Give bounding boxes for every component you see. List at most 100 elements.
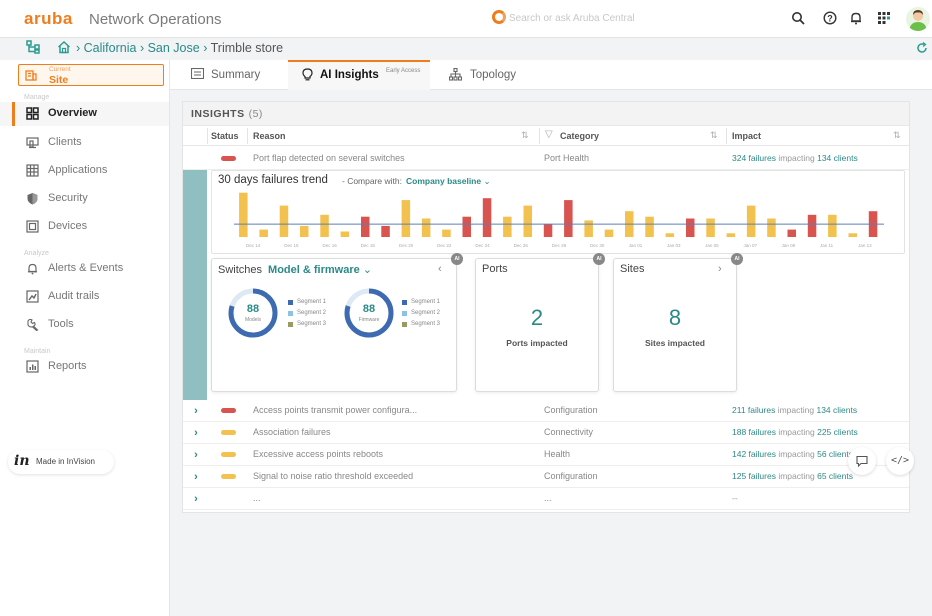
chevron-right-icon[interactable]: ›	[189, 492, 203, 506]
chevron-down-icon[interactable]: ⌄	[483, 176, 490, 186]
trend-bar[interactable]	[787, 229, 797, 237]
trend-bar[interactable]	[279, 205, 289, 237]
impact-clients[interactable]: 134 clients	[817, 153, 858, 163]
sidebar-item-overview[interactable]: Overview	[0, 102, 169, 126]
search-icon[interactable]	[790, 11, 806, 27]
table-row[interactable]: › Excessive access points reboots Health…	[183, 444, 909, 466]
trend-bar[interactable]	[848, 233, 858, 237]
sort-icon[interactable]: ⇅	[521, 130, 529, 141]
trend-bar[interactable]	[401, 200, 411, 237]
table-row[interactable]: › ... ... --	[183, 488, 909, 510]
row-impact[interactable]: 125 failures impacting 65 clients	[732, 471, 853, 481]
trend-bar[interactable]	[503, 216, 512, 237]
chevron-down-icon[interactable]: ⌄	[189, 152, 203, 166]
brand-logo[interactable]: aruba	[24, 9, 73, 29]
comment-icon[interactable]	[848, 447, 876, 475]
chevron-right-icon[interactable]: ›	[189, 426, 203, 440]
sidebar-item-alerts-events[interactable]: Alerts & Events	[0, 257, 169, 281]
row-impact[interactable]: 142 failures impacting 56 clients	[732, 449, 853, 459]
impact-clients[interactable]: 225 clients	[817, 427, 858, 437]
code-icon[interactable]: </>	[886, 447, 914, 475]
impact-clients[interactable]: 134 clients	[816, 405, 857, 415]
column-status[interactable]: Status	[211, 131, 239, 141]
trend-bar[interactable]	[665, 233, 675, 237]
trend-bar[interactable]	[726, 233, 736, 237]
sidebar-item-reports[interactable]: Reports	[0, 355, 169, 379]
trend-bar[interactable]	[828, 214, 837, 237]
trend-bar[interactable]	[746, 205, 756, 237]
help-icon[interactable]: ?	[822, 11, 838, 27]
trend-bar[interactable]	[564, 200, 573, 237]
chevron-down-icon[interactable]: ⌄	[363, 264, 372, 276]
impact-clients[interactable]: 65 clients	[817, 471, 853, 481]
table-row[interactable]: › Access points transmit power configura…	[183, 400, 909, 422]
search-input[interactable]	[509, 9, 729, 27]
trend-bar[interactable]	[340, 231, 350, 238]
hierarchy-icon[interactable]	[26, 40, 41, 55]
table-row[interactable]: › Association failures Connectivity 188 …	[183, 422, 909, 444]
refresh-icon[interactable]	[916, 41, 928, 57]
table-row[interactable]: ⌄ Port flap detected on several switches…	[183, 148, 909, 170]
tab-summary[interactable]: Summary	[190, 60, 290, 90]
bell-icon[interactable]	[848, 11, 864, 27]
trend-bar[interactable]	[767, 218, 776, 238]
compare-dropdown[interactable]: Company baseline	[406, 176, 481, 186]
table-row[interactable]: › Signal to noise ratio threshold exceed…	[183, 466, 909, 488]
sidebar-item-applications[interactable]: Applications	[0, 159, 169, 183]
row-impact[interactable]: 211 failures impacting 134 clients	[732, 405, 857, 415]
trend-bar[interactable]	[706, 218, 715, 238]
impact-failures[interactable]: 211 failures	[732, 405, 775, 415]
chevron-left-icon[interactable]: ‹	[438, 263, 442, 275]
trend-bar[interactable]	[361, 216, 370, 237]
tab-topology[interactable]: Topology	[448, 60, 538, 90]
chevron-right-icon[interactable]: ›	[189, 404, 203, 418]
sidebar-item-security[interactable]: Security	[0, 187, 169, 211]
avatar[interactable]	[906, 7, 930, 31]
column-impact[interactable]: Impact	[732, 131, 761, 141]
ports-card[interactable]: Ports AI 2 Ports impacted	[475, 253, 605, 392]
switches-subtitle-dropdown[interactable]: Model & firmware	[268, 264, 360, 276]
column-reason[interactable]: Reason	[253, 131, 286, 141]
sidebar-item-audit-trails[interactable]: Audit trails	[0, 285, 169, 309]
trend-bar[interactable]	[645, 216, 654, 237]
apps-grid-icon[interactable]	[876, 11, 892, 27]
trend-bar[interactable]	[523, 205, 533, 237]
breadcrumb-region[interactable]: California	[84, 41, 137, 55]
chevron-right-icon[interactable]: ›	[189, 448, 203, 462]
sites-card[interactable]: Sites › AI 8 Sites impacted	[613, 253, 743, 392]
impact-failures[interactable]: 142 failures	[732, 449, 776, 459]
invision-badge[interactable]: in Made in InVision	[8, 450, 114, 474]
chevron-right-icon[interactable]: ›	[718, 263, 722, 275]
trend-bar[interactable]	[686, 218, 695, 238]
trend-bar[interactable]	[442, 229, 451, 237]
trend-bar[interactable]	[482, 198, 492, 237]
trend-bar[interactable]	[320, 214, 329, 237]
trend-bar[interactable]	[239, 192, 248, 237]
trend-bar[interactable]	[300, 225, 309, 237]
trend-bar[interactable]	[584, 220, 593, 237]
trend-bar[interactable]	[604, 229, 614, 237]
sidebar-item-clients[interactable]: Clients	[0, 131, 169, 155]
trend-bar[interactable]	[462, 216, 472, 237]
trend-bar[interactable]	[381, 225, 390, 237]
search-box[interactable]	[492, 9, 732, 29]
trend-bar[interactable]	[259, 229, 268, 237]
trend-bar[interactable]	[543, 224, 553, 237]
impact-failures[interactable]: 125 failures	[732, 471, 776, 481]
column-category[interactable]: Category	[560, 131, 599, 141]
tab-ai-insights[interactable]: AI Insights Early Access	[288, 60, 430, 90]
chevron-right-icon[interactable]: ›	[189, 470, 203, 484]
breadcrumb-city[interactable]: San Jose	[148, 41, 200, 55]
sidebar-item-devices[interactable]: Devices	[0, 215, 169, 239]
home-icon[interactable]	[57, 40, 72, 55]
filter-icon[interactable]: ▽	[545, 129, 553, 140]
row-impact[interactable]: 324 failures impacting 134 clients	[732, 153, 858, 163]
context-selector[interactable]: Current Site	[18, 64, 164, 86]
trend-bar[interactable]	[421, 218, 431, 238]
impact-failures[interactable]: 324 failures	[732, 153, 776, 163]
sort-icon[interactable]: ⇅	[893, 130, 901, 141]
sort-icon[interactable]: ⇅	[710, 130, 718, 141]
trend-bar[interactable]	[807, 214, 817, 237]
sidebar-item-tools[interactable]: Tools	[0, 313, 169, 337]
row-impact[interactable]: 188 failures impacting 225 clients	[732, 427, 858, 437]
